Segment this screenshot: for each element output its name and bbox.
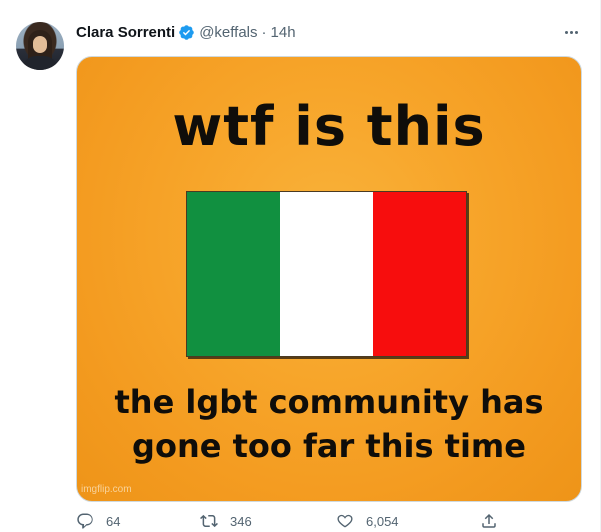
avatar-body [22,56,58,70]
like-count: 6,054 [366,513,399,529]
heart-icon [337,514,353,528]
more-options-icon[interactable] [561,22,581,42]
avatar-face [33,36,47,53]
flag-green-stripe [187,192,280,356]
italian-flag [186,191,467,357]
reply-count: 64 [106,513,121,529]
more-dot [564,30,568,34]
tweet-actions-bar: 64 346 6,054 [76,512,506,532]
retweet-icon [200,514,218,528]
like-button[interactable]: 6,054 [336,512,399,530]
share-icon [482,513,496,528]
author-handle[interactable]: @keffals [199,24,257,41]
header-separator: · [261,23,267,41]
tweet-card[interactable]: Clara Sorrenti @keffals · 14h wtf is thi… [0,0,601,532]
share-button[interactable] [480,512,498,530]
verified-badge-icon [179,24,194,40]
more-dot [574,30,578,34]
meme-top-text: wtf is this [172,95,486,158]
tweet-media-image[interactable]: wtf is this the lgbt community has gone … [76,56,582,502]
meme-bottom-text: the lgbt community has gone too far this… [77,380,581,468]
retweet-button[interactable]: 346 [200,512,252,530]
flag-red-stripe [373,192,466,356]
imgflip-watermark: imgflip.com [81,484,132,495]
meme-bottom-line-2: gone too far this time [132,427,526,465]
retweet-count: 346 [230,513,252,529]
flag-white-stripe [280,192,373,356]
author-display-name[interactable]: Clara Sorrenti [76,24,175,41]
tweet-timestamp[interactable]: 14h [271,24,296,41]
reply-button[interactable]: 64 [76,512,120,530]
tweet-header: Clara Sorrenti @keffals · 14h [76,22,296,42]
more-dot [569,30,573,34]
meme-bottom-line-1: the lgbt community has [114,383,544,421]
avatar[interactable] [16,22,64,70]
reply-icon [77,513,93,529]
